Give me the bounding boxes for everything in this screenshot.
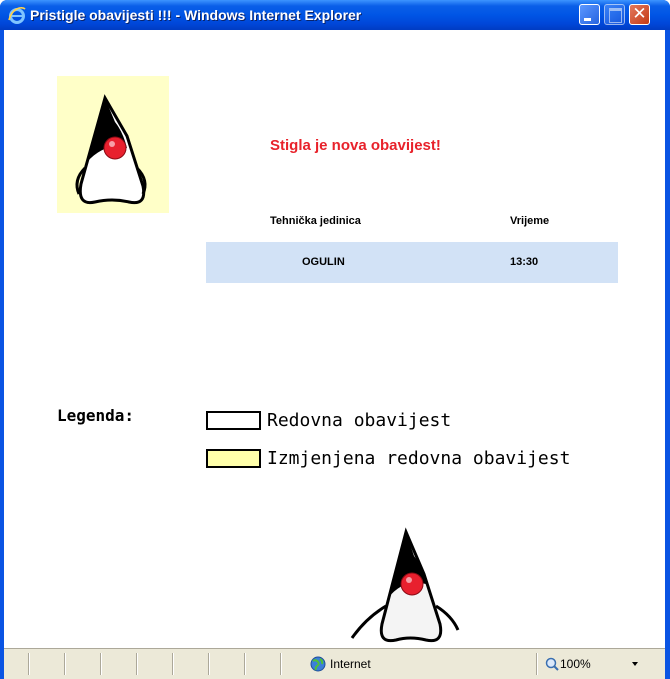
chevron-down-icon[interactable] xyxy=(632,662,638,666)
status-separator xyxy=(536,653,538,675)
status-separator xyxy=(208,653,210,675)
status-separator xyxy=(280,653,282,675)
table-cell-unit: OGULIN xyxy=(302,256,345,268)
page-content: Stigla je nova obavijest! Tehnička jedin… xyxy=(4,30,665,679)
browser-window: Pristigle obavijesti !!! - Windows Inter… xyxy=(0,0,670,679)
legend-title: Legenda: xyxy=(57,406,135,425)
table-cell-time: 13:30 xyxy=(510,256,539,268)
status-separator xyxy=(172,653,174,675)
new-notice-message: Stigla je nova obavijest! xyxy=(270,137,441,154)
legend-label-regular: Redovna obavijest xyxy=(267,410,452,431)
status-separator xyxy=(136,653,138,675)
status-separator xyxy=(100,653,102,675)
status-separator xyxy=(28,653,30,675)
status-separator xyxy=(244,653,246,675)
java-duke-wave-icon xyxy=(350,527,460,643)
maximize-button[interactable] xyxy=(604,4,625,25)
table-header-unit: Tehnička jedinica xyxy=(270,215,361,227)
table-header-time: Vrijeme xyxy=(510,215,550,227)
window-title: Pristigle obavijesti !!! - Windows Inter… xyxy=(30,7,362,23)
legend-swatch-changed xyxy=(206,449,261,468)
mascot-box xyxy=(57,76,169,213)
status-separator xyxy=(64,653,66,675)
ie-logo-icon xyxy=(8,6,26,24)
security-zone-label: Internet xyxy=(330,657,371,671)
legend-label-changed: Izmjenjena redovna obavijest xyxy=(267,448,571,469)
close-button[interactable]: ✕ xyxy=(629,4,650,25)
legend-swatch-regular xyxy=(206,411,261,430)
java-duke-icon xyxy=(75,94,147,205)
status-bar: Internet 100% xyxy=(4,648,665,679)
table-row xyxy=(206,242,618,283)
zoom-icon[interactable] xyxy=(545,657,559,671)
zoom-level[interactable]: 100% xyxy=(560,657,591,671)
minimize-button[interactable] xyxy=(579,4,600,25)
title-bar[interactable]: Pristigle obavijesti !!! - Windows Inter… xyxy=(0,0,670,30)
close-icon: ✕ xyxy=(632,4,647,24)
globe-icon xyxy=(310,656,326,672)
